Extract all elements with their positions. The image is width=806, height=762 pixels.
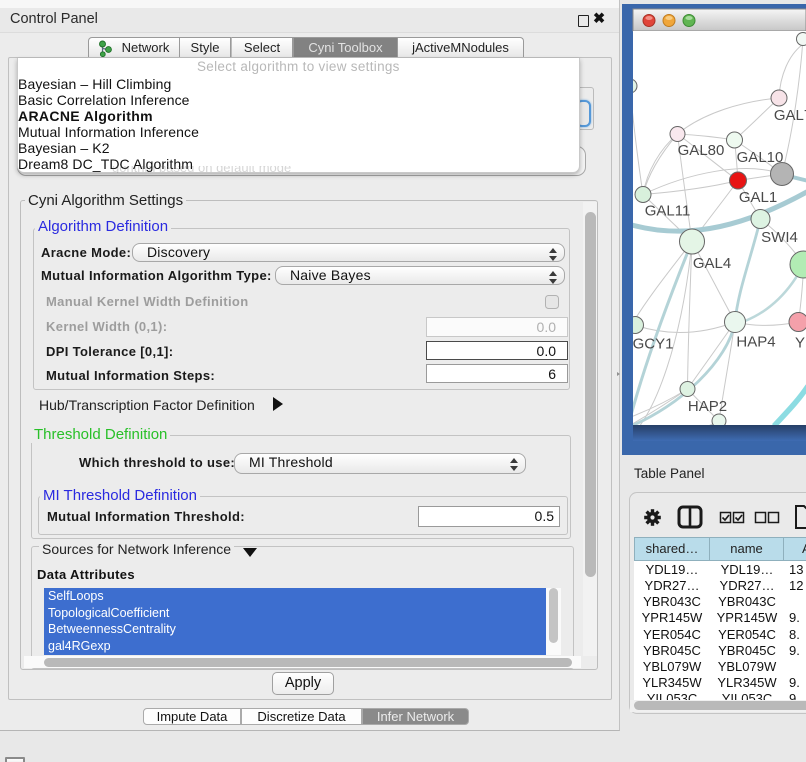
svg-text:GAL1: GAL1 xyxy=(739,189,777,206)
svg-text:Y: Y xyxy=(795,335,805,352)
svg-text:GAL80: GAL80 xyxy=(678,142,725,159)
svg-text:GAL11: GAL11 xyxy=(645,203,691,220)
svg-text:HAP4: HAP4 xyxy=(736,334,775,351)
svg-text:SWI4: SWI4 xyxy=(761,229,798,246)
svg-text:HAP2: HAP2 xyxy=(688,398,727,415)
svg-text:GAL7: GAL7 xyxy=(774,107,806,124)
svg-text:GCY1: GCY1 xyxy=(633,336,674,353)
svg-text:GAL10: GAL10 xyxy=(737,149,784,166)
svg-text:GAL4: GAL4 xyxy=(693,255,731,272)
